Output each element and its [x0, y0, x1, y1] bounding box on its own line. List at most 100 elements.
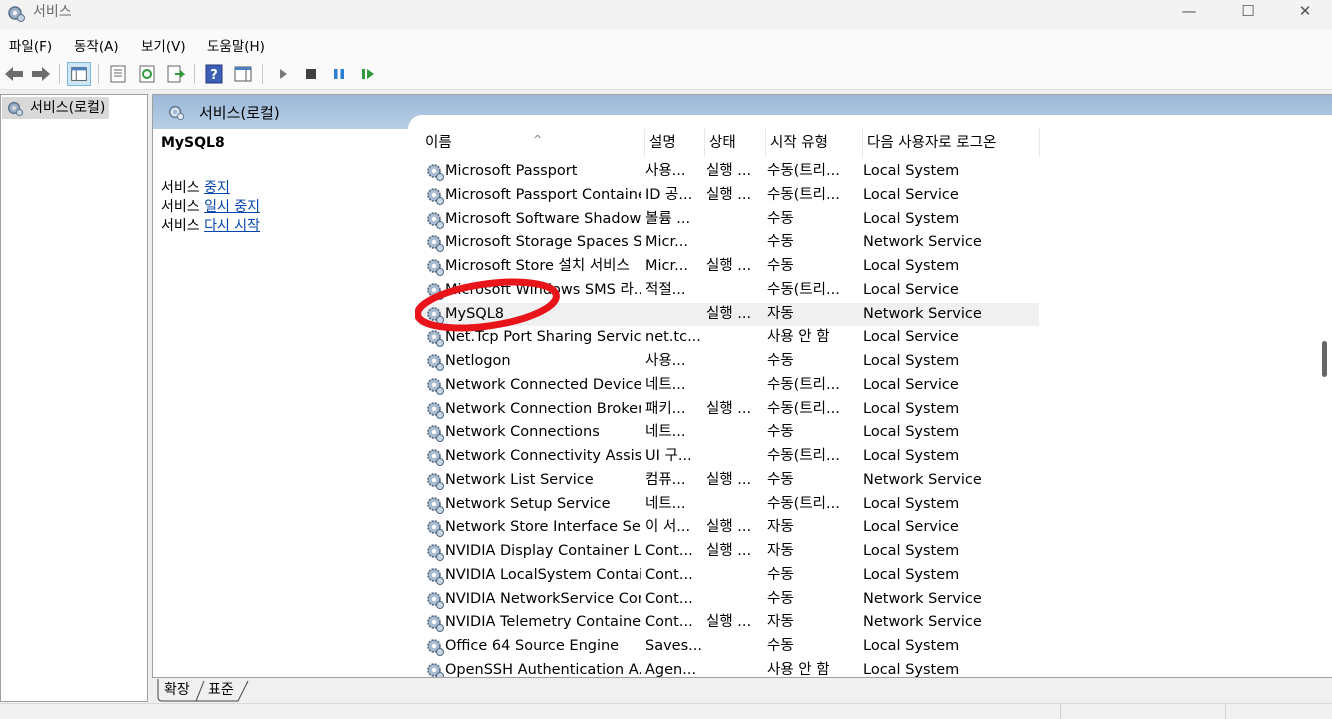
service-row[interactable]: Microsoft Passport Container ID 공... 실행 ..…: [419, 184, 1039, 208]
cell-startup-type: 사용 안 함: [767, 329, 830, 346]
pause-link[interactable]: 일시 중지: [204, 199, 260, 215]
restart-link[interactable]: 다시 시작: [204, 218, 260, 234]
show-action-pane-icon[interactable]: [231, 62, 255, 86]
action-stop: 서비스 중지: [161, 180, 230, 196]
service-gear-icon: [427, 520, 444, 538]
service-row[interactable]: Network Connectivity Assist... UI 구... 수동(…: [419, 445, 1039, 469]
start-service-icon[interactable]: [271, 62, 295, 86]
service-row[interactable]: NVIDIA Display Container LS Cont... 실행 ...…: [419, 540, 1039, 564]
service-gear-icon: [427, 211, 444, 229]
cell-status: [706, 493, 764, 516]
service-row[interactable]: Microsoft Windows SMS 라... 적절... 수동(트리... L…: [419, 279, 1039, 303]
service-row[interactable]: MySQL8 실행 ... 자동 Network Service: [419, 302, 1039, 327]
cell-log-on-as: Local Service: [863, 186, 959, 203]
service-row[interactable]: Network Setup Service 네트... 수동(트리... Local …: [419, 493, 1039, 517]
service-row[interactable]: Network Connection Broker 패키... 실행 ... 수동(트…: [419, 398, 1039, 422]
services-gear-icon: [8, 6, 25, 22]
forward-arrow-icon[interactable]: [29, 62, 53, 86]
tree-item-services-local[interactable]: 서비스(로컬): [2, 97, 110, 119]
cell-service-name: MySQL8: [445, 305, 505, 322]
service-row[interactable]: Network Store Interface Ser... 이 서... 실행 .…: [419, 516, 1039, 540]
cell-log-on-as: Local System: [863, 163, 960, 179]
export-list-icon[interactable]: [163, 62, 187, 86]
column-header-log-on-as[interactable]: 다음 사용자로 로그온: [863, 129, 1040, 157]
maximize-button[interactable]: ☐: [1219, 0, 1277, 24]
cell-service-name: Microsoft Storage Spaces S...: [445, 234, 641, 251]
service-row[interactable]: NVIDIA NetworkService Con... Cont... 수동 Net…: [419, 588, 1039, 612]
cell-startup-type: 수동: [767, 258, 794, 274]
service-row[interactable]: OpenSSH Authentication A... Agen... 사용 안 함…: [419, 659, 1039, 677]
cell-startup-type: 자동: [767, 519, 794, 536]
cell-startup-type: 자동: [767, 614, 794, 631]
cell-description: Saves...: [645, 638, 702, 654]
menu-file[interactable]: 파일(F): [9, 35, 52, 55]
cell-description: Agen...: [645, 661, 697, 677]
pause-service-icon[interactable]: [327, 62, 351, 86]
service-gear-icon: [427, 401, 444, 419]
close-button[interactable]: ✕: [1276, 0, 1332, 24]
column-header-status[interactable]: 상태: [705, 129, 766, 157]
cell-startup-type: 수동: [767, 353, 794, 369]
minimize-button[interactable]: —: [1160, 0, 1218, 24]
column-header-startup-type[interactable]: 시작 유형: [766, 129, 863, 157]
scrollbar-thumb[interactable]: [1322, 341, 1327, 377]
cell-status: [706, 208, 764, 231]
cell-description: 네트...: [645, 376, 686, 393]
refresh-icon[interactable]: [135, 62, 159, 86]
service-row[interactable]: Microsoft Software Shadow... 볼륨 ... 수동 Loca…: [419, 208, 1039, 232]
help-icon[interactable]: ?: [202, 62, 226, 86]
cell-status: [706, 421, 764, 444]
vertical-scrollbar[interactable]: [1319, 129, 1332, 677]
cell-log-on-as: Network Service: [863, 305, 982, 322]
tab-extended[interactable]: 확장: [164, 679, 190, 701]
cell-status: [706, 326, 764, 349]
menu-action[interactable]: 동작(A): [74, 35, 119, 55]
column-header-name[interactable]: ^ 이름: [421, 129, 645, 157]
cell-startup-type: 수동(트리...: [767, 448, 840, 464]
service-gear-icon: [427, 662, 444, 677]
service-row[interactable]: NVIDIA LocalSystem Contai... Cont... 수동 Loc…: [419, 564, 1039, 588]
menu-help[interactable]: 도움말(H): [207, 35, 265, 55]
cell-description: 네트...: [645, 424, 686, 441]
cell-service-name: Network Connections: [445, 424, 600, 441]
back-arrow-icon[interactable]: [2, 62, 26, 86]
stop-service-icon[interactable]: [299, 62, 323, 86]
service-gear-icon: [427, 235, 444, 253]
cell-startup-type: 수동: [767, 566, 794, 583]
toolbar-separator: [59, 64, 60, 84]
cell-log-on-as: Network Service: [863, 614, 982, 631]
cell-log-on-as: Local System: [863, 400, 960, 417]
service-row[interactable]: Net.Tcp Port Sharing Service net.tc... 사용 …: [419, 326, 1039, 350]
service-row[interactable]: Network Connections 네트... 수동 Local System: [419, 421, 1039, 445]
cell-service-name: NVIDIA Telemetry Container: [445, 614, 641, 631]
tab-standard[interactable]: 표준: [208, 679, 234, 701]
show-console-tree-icon[interactable]: [67, 62, 91, 86]
cell-service-name: Network Connected Devices...: [445, 376, 641, 393]
cell-status: [706, 231, 764, 254]
properties-icon[interactable]: [106, 62, 130, 86]
service-row[interactable]: Network Connected Devices...네트... 수동(트리..…: [419, 374, 1039, 398]
service-gear-icon: [427, 567, 444, 585]
services-pane: 서비스(로컬) MySQL8 서비스 중지 서비스 일시 중지 서비스 다시 시…: [152, 94, 1332, 678]
restart-service-icon[interactable]: [356, 62, 380, 86]
cell-status: 실행 ...: [706, 258, 752, 274]
stop-link[interactable]: 중지: [204, 180, 230, 196]
service-row[interactable]: Microsoft Storage Spaces S... Micr... 수동 Ne…: [419, 231, 1039, 255]
cell-startup-type: 자동: [767, 305, 794, 322]
service-row[interactable]: NVIDIA Telemetry Container Cont... 실행 ... 자…: [419, 611, 1039, 635]
cell-service-name: Microsoft Software Shadow...: [445, 210, 641, 227]
service-row[interactable]: Network List Service 컴퓨... 실행 ... 수동 Network…: [419, 469, 1039, 493]
cell-service-name: Netlogon: [445, 353, 511, 369]
cell-startup-type: 수동(트리...: [767, 376, 840, 393]
cell-log-on-as: Local Service: [863, 329, 959, 346]
cell-description: ID 공...: [645, 186, 693, 203]
service-row[interactable]: Netlogon 사용... 수동 Local System: [419, 350, 1039, 374]
cell-service-name: Microsoft Passport Container: [445, 186, 641, 203]
action-restart: 서비스 다시 시작: [161, 218, 261, 234]
service-gear-icon: [427, 354, 444, 371]
column-header-description[interactable]: 설명: [645, 129, 705, 157]
service-row[interactable]: Microsoft Passport 사용... 실행 ... 수동(트리... Loc…: [419, 160, 1039, 184]
service-row[interactable]: Microsoft Store 설치 서비스 Micr... 실행 ... 수동 Loc…: [419, 255, 1039, 279]
service-row[interactable]: Office 64 Source Engine Saves... 수동 Local S…: [419, 635, 1039, 659]
menu-view[interactable]: 보기(V): [141, 35, 186, 55]
